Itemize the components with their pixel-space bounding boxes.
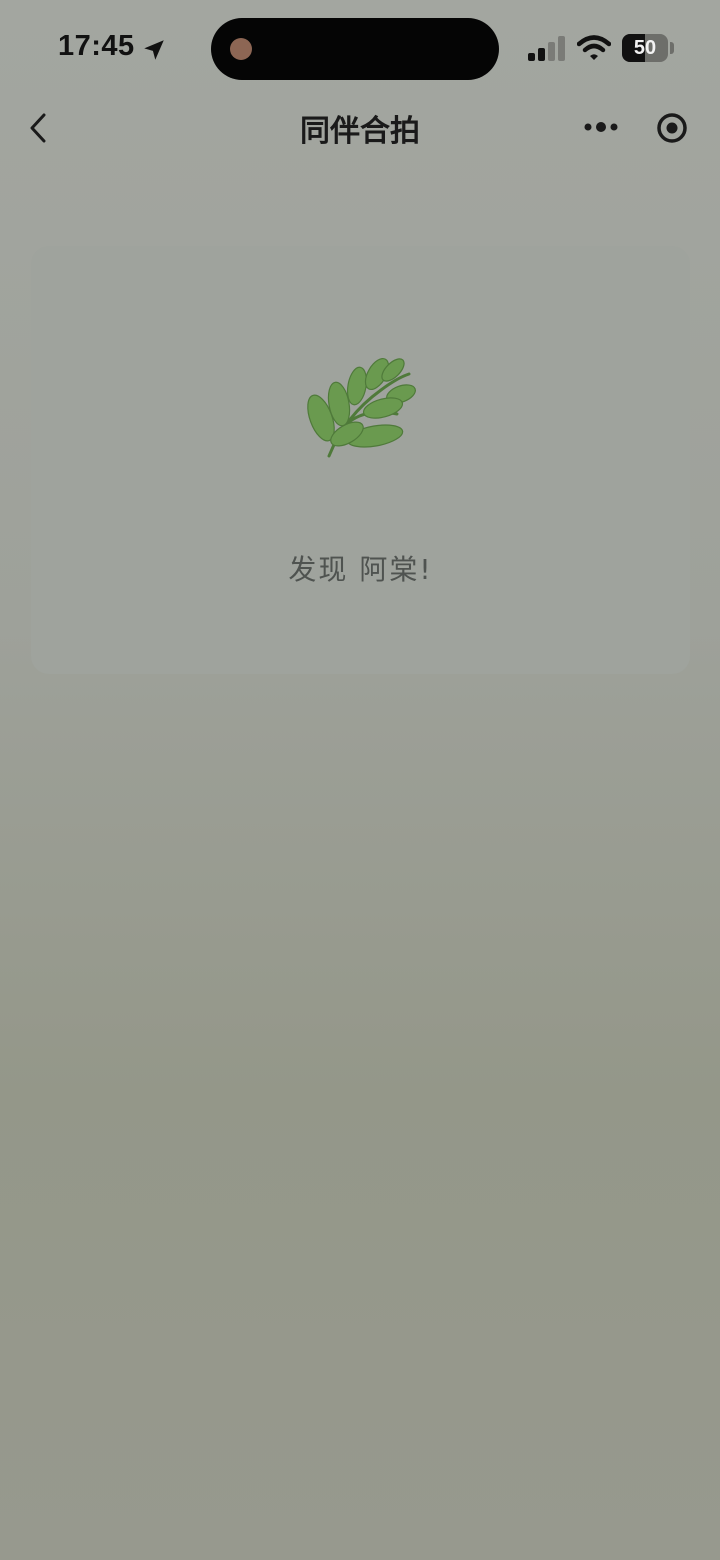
wifi-icon xyxy=(577,35,611,60)
close-miniprogram-button[interactable] xyxy=(652,108,692,148)
status-time: 17:45 xyxy=(58,30,135,62)
more-options-button[interactable] xyxy=(580,112,622,142)
camera-indicator-dot xyxy=(230,38,252,60)
dynamic-island xyxy=(211,18,499,80)
status-bar: 17:45 50 xyxy=(0,0,720,96)
cellular-signal-icon xyxy=(528,36,565,61)
discovery-message: 发现 阿棠! xyxy=(288,553,433,586)
match-card: 发现 阿棠! xyxy=(31,246,690,674)
battery-percentage: 50 xyxy=(633,37,657,59)
leaf-icon xyxy=(307,358,416,458)
battery-tip xyxy=(670,42,674,54)
location-arrow-icon xyxy=(144,40,164,60)
battery-indicator: 50 xyxy=(622,34,668,62)
